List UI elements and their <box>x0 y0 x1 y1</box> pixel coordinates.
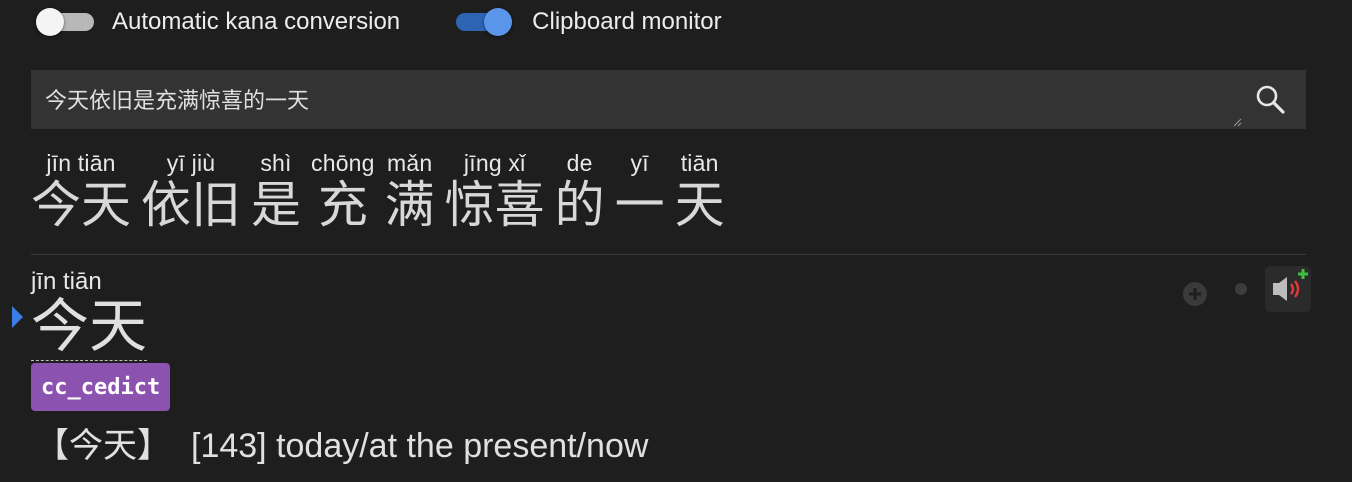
entry-headword[interactable]: jīn tiān 今天 <box>31 268 148 361</box>
word-hanzi: 惊喜 <box>444 176 545 234</box>
toggle-knob[interactable] <box>36 8 64 36</box>
definition-line: 【今天】 [143] today/at the present/now <box>35 418 648 467</box>
word-pinyin: yī <box>630 150 649 176</box>
sentence-word[interactable]: de 的 <box>555 150 605 233</box>
definition-headword: 【今天】 <box>35 426 171 466</box>
kana-conversion-label: Automatic kana conversion <box>112 8 401 35</box>
toggle-switch[interactable] <box>456 8 513 36</box>
kana-conversion-toggle[interactable]: Automatic kana conversion <box>36 8 400 36</box>
sentence-word[interactable]: yī 一 <box>615 150 665 233</box>
toggle-switch[interactable] <box>36 8 94 36</box>
add-audio-button[interactable] <box>1265 266 1311 312</box>
selected-entry-arrow-icon <box>12 306 23 328</box>
definition-text: [143] today/at the present/now <box>191 427 649 465</box>
add-card-icon[interactable] <box>1180 279 1210 309</box>
resize-grip-icon[interactable] <box>1232 117 1242 127</box>
entry-actions <box>1180 266 1311 312</box>
sentence-word[interactable]: chōng 充 <box>311 150 375 233</box>
word-hanzi: 一 <box>614 176 665 234</box>
word-hanzi: 今天 <box>31 176 131 234</box>
word-hanzi: 依旧 <box>141 176 241 234</box>
word-pinyin: yī jiù <box>166 150 216 176</box>
toggle-row: Automatic kana conversion Clipboard moni… <box>36 8 778 36</box>
clipboard-monitor-label: Clipboard monitor <box>532 8 722 35</box>
search-box[interactable]: 今天依旧是充满惊喜的一天 <box>31 70 1306 129</box>
search-icon[interactable] <box>1254 83 1288 117</box>
section-divider <box>31 254 1306 255</box>
sentence-word[interactable]: yī jiù 依旧 <box>141 150 241 233</box>
word-pinyin: de <box>566 150 593 176</box>
sentence-word[interactable]: jīn tiān 今天 <box>31 150 131 233</box>
word-hanzi: 充 <box>317 176 368 234</box>
sentence-word[interactable]: jīng xǐ 惊喜 <box>445 150 545 233</box>
sentence-word[interactable]: shì 是 <box>251 150 301 233</box>
word-hanzi: 的 <box>554 176 605 234</box>
sentence-word[interactable]: mǎn 满 <box>385 150 435 233</box>
word-pinyin: chōng <box>311 150 375 176</box>
word-hanzi: 是 <box>251 176 301 234</box>
speaker-add-icon <box>1273 269 1308 301</box>
word-pinyin: tiān <box>680 150 719 176</box>
word-hanzi: 满 <box>384 176 435 234</box>
clipboard-monitor-toggle[interactable]: Clipboard monitor <box>456 8 722 36</box>
status-dot-icon[interactable] <box>1235 283 1247 295</box>
toggle-knob[interactable] <box>484 8 513 36</box>
word-hanzi: 天 <box>674 176 725 234</box>
segmented-sentence: jīn tiān 今天 yī jiù 依旧 shì 是 chōng 充 mǎn … <box>31 150 735 233</box>
word-pinyin: jīng xǐ <box>463 150 526 176</box>
search-input[interactable]: 今天依旧是充满惊喜的一天 <box>45 83 309 115</box>
word-pinyin: jīn tiān <box>46 150 116 176</box>
entry-hanzi[interactable]: 今天 <box>31 296 148 361</box>
word-pinyin: mǎn <box>387 150 433 176</box>
dictionary-badge: cc_cedict <box>31 363 171 411</box>
sentence-word[interactable]: tiān 天 <box>675 150 725 233</box>
word-pinyin: shì <box>260 150 292 176</box>
